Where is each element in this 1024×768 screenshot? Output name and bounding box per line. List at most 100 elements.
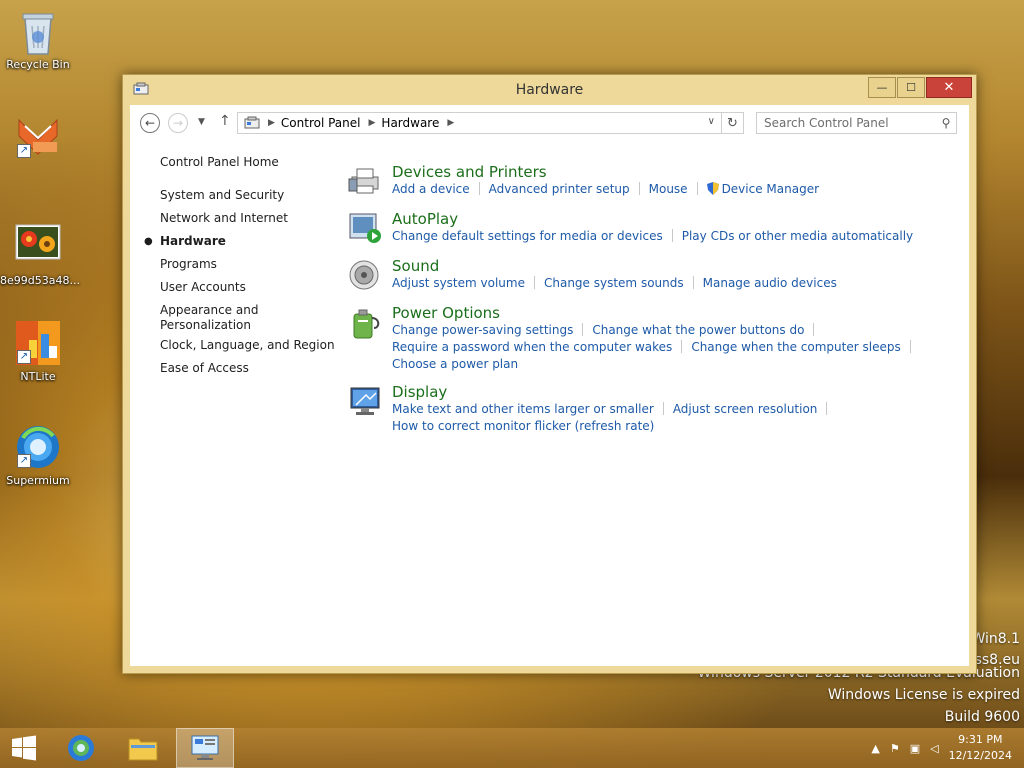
category-title[interactable]: Display xyxy=(392,383,447,401)
desktop-icon-supermium[interactable]: ↗ Supermium xyxy=(0,424,76,487)
search-input[interactable] xyxy=(757,115,936,131)
watermark-line-5: Build 9600 xyxy=(944,709,1020,725)
desktop-icon-label: Supermium xyxy=(6,474,70,487)
link-add-a-device[interactable]: Add a device xyxy=(392,182,470,196)
speaker-icon[interactable] xyxy=(348,259,382,293)
nav-control-panel-home[interactable]: Control Panel Home xyxy=(160,155,335,170)
control-panel-taskbar-button[interactable] xyxy=(176,728,234,768)
address-bar[interactable]: ▶ Control Panel ▶ Hardware ▶ ∨ xyxy=(237,112,722,134)
nav-network-and-internet[interactable]: Network and Internet xyxy=(160,211,335,226)
volume-muted-icon[interactable]: ◁ xyxy=(930,742,938,755)
minimize-button[interactable]: — xyxy=(868,77,896,98)
shortcut-arrow-icon: ↗ xyxy=(17,144,31,158)
link-change-default-media-settings[interactable]: Change default settings for media or dev… xyxy=(392,229,663,243)
nav-hardware-label: Hardware xyxy=(160,234,226,248)
monitor-icon[interactable] xyxy=(348,385,382,419)
nav-user-accounts[interactable]: User Accounts xyxy=(160,280,335,295)
link-change-power-saving-settings[interactable]: Change power-saving settings xyxy=(392,323,573,337)
nav-appearance-line-1: Appearance and xyxy=(160,303,259,317)
start-button[interactable] xyxy=(0,728,48,768)
control-panel-small-icon xyxy=(244,116,260,130)
bullet-icon: ● xyxy=(144,236,153,247)
breadcrumb-chevron-icon[interactable]: ▶ xyxy=(369,118,376,128)
arrow-right-icon: → xyxy=(172,116,184,130)
breadcrumb-chevron-icon[interactable]: ▶ xyxy=(447,118,454,128)
nav-programs[interactable]: Programs xyxy=(160,257,335,272)
link-choose-power-plan[interactable]: Choose a power plan xyxy=(392,357,518,371)
refresh-button[interactable]: ↻ xyxy=(722,112,744,134)
shortcut-arrow-icon: ↗ xyxy=(17,454,31,468)
windows-logo-icon xyxy=(12,735,36,761)
desktop-icon-app-shortcut[interactable]: ↗ xyxy=(0,114,76,164)
link-change-power-buttons[interactable]: Change what the power buttons do xyxy=(592,323,804,337)
nav-ease-of-access[interactable]: Ease of Access xyxy=(160,361,335,376)
refresh-icon: ↻ xyxy=(727,115,738,131)
system-tray: ▲ ⚑ ▣ ◁ 9:31 PM 12/12/2024 xyxy=(871,728,1024,768)
nav-clock-language-region[interactable]: Clock, Language, and Region xyxy=(160,338,335,353)
shortcut-arrow-icon: ↗ xyxy=(17,350,31,364)
up-button[interactable]: ↑ xyxy=(219,113,231,129)
link-manage-audio-devices[interactable]: Manage audio devices xyxy=(703,276,837,290)
category-title[interactable]: Power Options xyxy=(392,304,500,322)
link-change-sleep-time[interactable]: Change when the computer sleeps xyxy=(691,340,900,354)
link-adjust-screen-resolution[interactable]: Adjust screen resolution xyxy=(673,402,818,416)
breadcrumb-control-panel[interactable]: Control Panel xyxy=(281,116,361,130)
desktop-icon-label: 8e99d53a48... xyxy=(0,274,80,287)
category-title[interactable]: AutoPlay xyxy=(392,210,458,228)
nav-hardware[interactable]: ● Hardware xyxy=(144,234,335,249)
close-button[interactable]: ✕ xyxy=(926,77,972,98)
recent-locations-dropdown[interactable]: ▼ xyxy=(198,117,205,127)
back-button[interactable]: ← xyxy=(140,113,160,133)
category-devices-and-printers: Devices and Printers Add a device Advance… xyxy=(348,163,969,198)
link-change-system-sounds[interactable]: Change system sounds xyxy=(544,276,684,290)
recycle-bin-icon xyxy=(15,8,61,55)
link-correct-monitor-flicker[interactable]: How to correct monitor flicker (refresh … xyxy=(392,419,654,433)
link-make-text-larger[interactable]: Make text and other items larger or smal… xyxy=(392,402,654,416)
nav-appearance-and-personalization[interactable]: Appearance and Personalization xyxy=(160,303,335,333)
category-title[interactable]: Devices and Printers xyxy=(392,163,547,181)
link-require-password-on-wake[interactable]: Require a password when the computer wak… xyxy=(392,340,672,354)
app-shortcut-icon: ↗ xyxy=(15,114,61,160)
left-navigation-pane: Control Panel Home System and Security N… xyxy=(144,155,335,376)
image-file-icon xyxy=(15,224,61,270)
breadcrumb-chevron-icon[interactable]: ▶ xyxy=(268,118,275,128)
link-device-manager[interactable]: Device Manager xyxy=(722,182,819,196)
window-titlebar[interactable]: Hardware — ☐ ✕ xyxy=(123,75,976,105)
search-box[interactable]: ⚲ xyxy=(756,112,957,134)
link-play-cds-automatically[interactable]: Play CDs or other media automatically xyxy=(682,229,913,243)
link-adjust-system-volume[interactable]: Adjust system volume xyxy=(392,276,525,290)
forward-button[interactable]: → xyxy=(168,113,188,133)
desktop-icon-label: Recycle Bin xyxy=(6,58,70,71)
clock-time: 9:31 PM xyxy=(958,733,1003,746)
hardware-categories: Devices and Printers Add a device Advance… xyxy=(348,163,969,435)
clock[interactable]: 9:31 PM 12/12/2024 xyxy=(949,732,1012,764)
watermark-line-4: Windows License is expired xyxy=(827,687,1020,703)
chevron-down-icon[interactable]: ∨ xyxy=(708,116,715,127)
desktop-icon-image-file[interactable]: 8e99d53a48... xyxy=(0,224,80,287)
autoplay-icon[interactable] xyxy=(348,212,382,246)
nav-system-and-security[interactable]: System and Security xyxy=(160,188,335,203)
breadcrumb-hardware[interactable]: Hardware xyxy=(381,116,439,130)
search-icon[interactable]: ⚲ xyxy=(936,116,956,130)
ie-browser-button[interactable] xyxy=(52,728,110,768)
maximize-button[interactable]: ☐ xyxy=(897,77,925,98)
show-hidden-icons-chevron-icon[interactable]: ▲ xyxy=(871,742,879,755)
link-advanced-printer-setup[interactable]: Advanced printer setup xyxy=(489,182,630,196)
file-explorer-button[interactable] xyxy=(114,728,172,768)
navigation-bar: ← → ▼ ↑ ▶ Control Panel ▶ Hardware ▶ ∨ ↻… xyxy=(130,105,969,143)
power-options-icon[interactable] xyxy=(348,306,382,340)
control-panel-icon xyxy=(191,735,219,760)
desktop-icon-label: NTLite xyxy=(20,370,56,383)
category-sound: Sound Adjust system volume Change system … xyxy=(348,257,969,292)
desktop-icon-recycle-bin[interactable]: Recycle Bin xyxy=(0,8,76,71)
nav-appearance-line-2: Personalization xyxy=(160,318,251,332)
category-title[interactable]: Sound xyxy=(392,257,439,275)
desktop-icon-ntlite[interactable]: ↗ NTLite xyxy=(0,320,76,383)
action-center-flag-icon[interactable]: ⚑ xyxy=(890,742,900,755)
taskbar: ▲ ⚑ ▣ ◁ 9:31 PM 12/12/2024 xyxy=(0,728,1024,768)
link-mouse[interactable]: Mouse xyxy=(649,182,688,196)
category-power-options: Power Options Change power-saving settin… xyxy=(348,304,969,373)
watermark-line-1: Win8.1 xyxy=(971,631,1020,647)
network-icon[interactable]: ▣ xyxy=(910,742,920,755)
printer-icon[interactable] xyxy=(348,165,382,199)
